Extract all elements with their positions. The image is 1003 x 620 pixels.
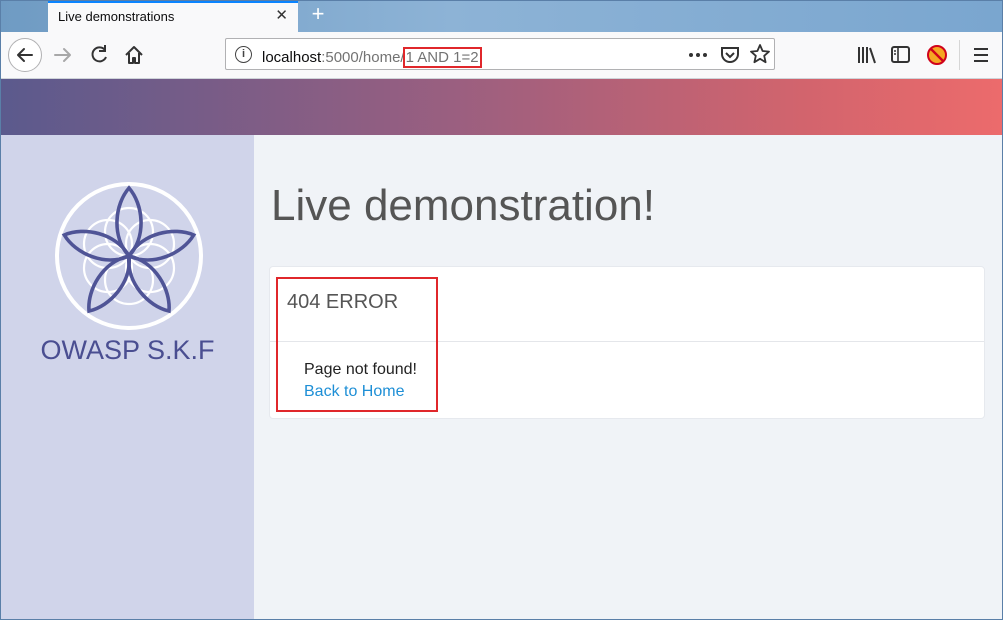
url-host: localhost	[262, 49, 322, 66]
brand-name: OWASP S.K.F	[40, 335, 215, 365]
browser-window: Live demonstrations ✕ + i localhost:5000…	[0, 0, 1003, 620]
back-button[interactable]	[8, 38, 42, 72]
sidebar-icon[interactable]	[890, 44, 912, 66]
header-banner	[1, 79, 1002, 135]
page-title: Live demonstration!	[271, 181, 655, 230]
error-highlight-box	[276, 277, 438, 412]
arrow-left-icon	[17, 48, 33, 62]
new-tab-button[interactable]: +	[306, 3, 330, 27]
toolbar-divider	[959, 40, 960, 70]
star-icon[interactable]	[750, 44, 770, 64]
info-icon[interactable]: i	[235, 46, 252, 63]
nav-toolbar: i localhost:5000/home/1 AND 1=2	[1, 32, 1002, 79]
tab-live-demonstrations[interactable]: Live demonstrations ✕	[48, 1, 298, 32]
home-icon[interactable]	[123, 44, 145, 66]
url-path: :5000/home/	[321, 49, 405, 66]
tab-strip: Live demonstrations ✕ +	[1, 1, 1002, 32]
addon-blocked-icon[interactable]	[926, 44, 948, 66]
url-injection-highlight: 1 AND 1=2	[402, 47, 482, 68]
url-text[interactable]: localhost:5000/home/1 AND 1=2	[262, 47, 482, 68]
flower-of-life-logo-icon	[55, 182, 203, 330]
arrow-right-icon[interactable]	[51, 43, 75, 67]
more-dots-icon[interactable]	[688, 51, 708, 59]
tab-title: Live demonstrations	[58, 9, 175, 24]
address-bar[interactable]: i localhost:5000/home/1 AND 1=2	[225, 38, 775, 70]
close-icon[interactable]: ✕	[275, 8, 288, 24]
hamburger-menu-icon[interactable]	[971, 45, 991, 65]
sidebar: OWASP S.K.F	[1, 135, 254, 619]
reload-icon[interactable]	[88, 44, 110, 66]
pocket-icon[interactable]	[720, 45, 740, 65]
owasp-skf-logo	[53, 180, 205, 332]
library-icon[interactable]	[856, 44, 878, 66]
